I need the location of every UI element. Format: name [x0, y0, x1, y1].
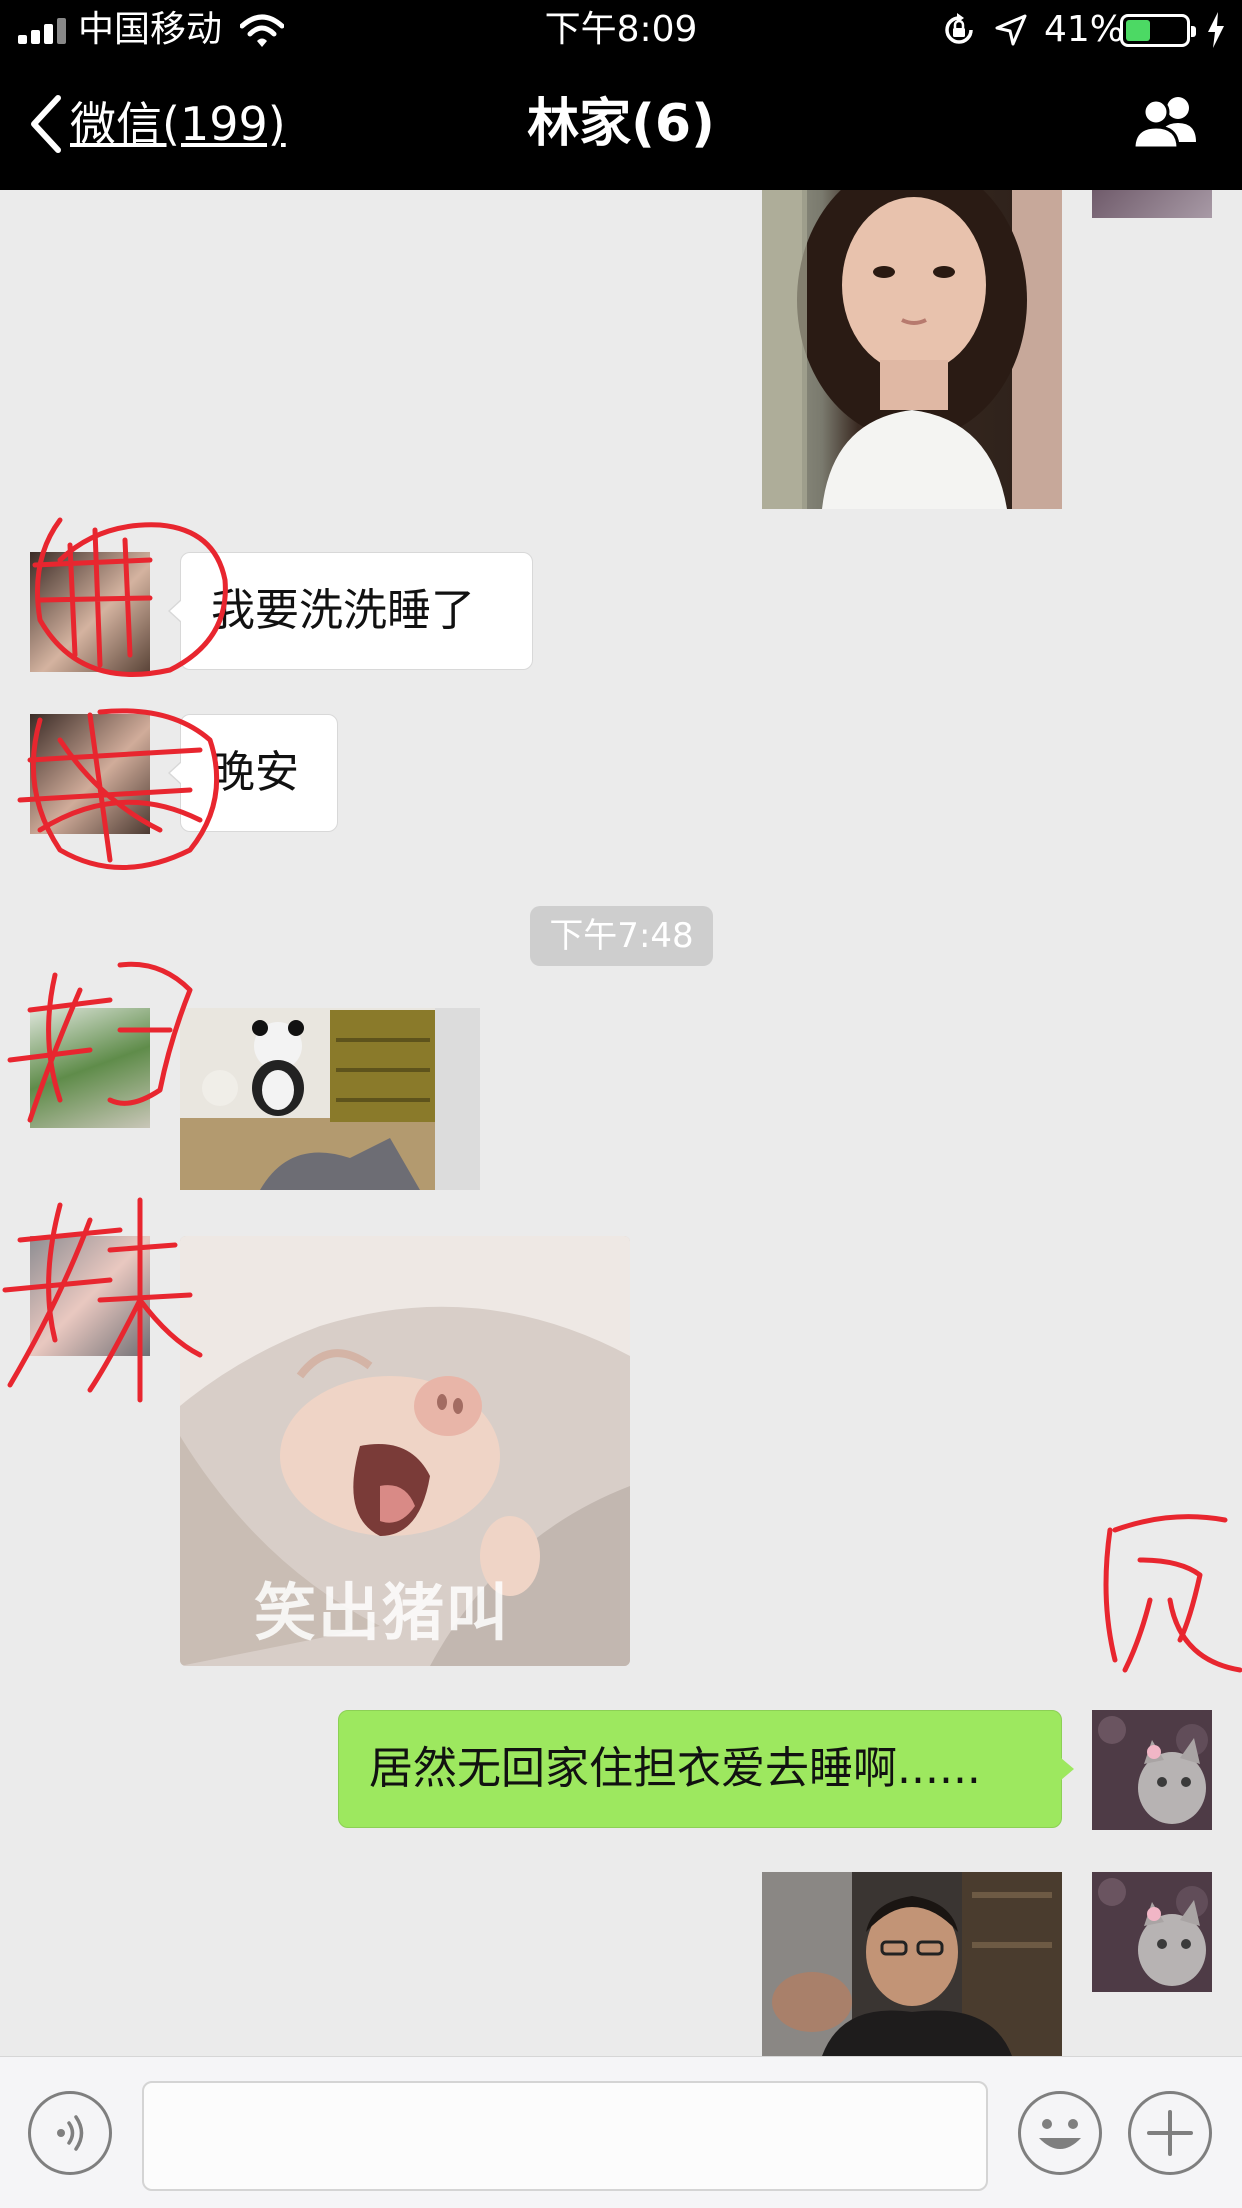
member-avatar-3[interactable] — [30, 1008, 150, 1128]
plus-icon — [1147, 2110, 1193, 2156]
emoji-icon — [1039, 2119, 1081, 2149]
message-bubble-2[interactable]: 晚安 — [168, 714, 338, 832]
group-info-button[interactable] — [1130, 92, 1206, 156]
cat-avatar-image-2 — [1092, 1872, 1212, 1992]
member-avatar-4[interactable] — [30, 1236, 150, 1356]
member-avatar-2[interactable] — [30, 714, 150, 834]
received-sticker-pig[interactable]: 笑出猪叫 — [180, 1236, 630, 1666]
location-icon — [995, 14, 1027, 46]
message-text-1: 我要洗洗睡了 — [211, 585, 475, 636]
man-portrait-image — [762, 1872, 1062, 2056]
my-avatar-top[interactable] — [1092, 190, 1212, 218]
voice-icon — [57, 2115, 84, 2151]
battery-icon — [1120, 14, 1196, 47]
sticker-caption: 笑出猪叫 — [254, 1576, 511, 1649]
time-divider: 下午7:48 — [530, 906, 713, 966]
cat-avatar-image — [1092, 1710, 1212, 1830]
charging-bolt-icon — [1208, 12, 1224, 48]
girl-portrait-image — [762, 190, 1062, 509]
my-message-bubble[interactable]: 居然无回家住担衣爱去睡啊...... — [338, 1710, 1074, 1828]
battery-fill — [1126, 20, 1150, 41]
message-bubble-1[interactable]: 我要洗洗睡了 — [168, 552, 533, 670]
my-message-text: 居然无回家住担衣爱去睡啊...... — [369, 1743, 981, 1794]
message-text-input[interactable] — [142, 2081, 988, 2191]
more-button[interactable] — [1128, 2091, 1212, 2175]
emoji-button[interactable] — [1018, 2091, 1102, 2175]
voice-button[interactable] — [28, 2091, 112, 2175]
message-input-bar — [0, 2056, 1242, 2208]
my-avatar-1[interactable] — [1092, 1710, 1212, 1830]
chat-scroll-area[interactable]: 我要洗洗睡了 晚安 下午7:48 笑出猪叫 居然无回家住担衣爱去睡啊...... — [0, 190, 1242, 2056]
group-members-icon — [1132, 97, 1196, 150]
my-avatar-2[interactable] — [1092, 1872, 1212, 1992]
status-bar: 中国移动 下午8:09 41% — [0, 0, 1242, 62]
member-avatar-1[interactable] — [30, 552, 150, 672]
received-photo-room[interactable] — [180, 1008, 480, 1190]
navigation-bar: 微信(199) 林家(6) — [0, 62, 1242, 190]
sent-photo-man[interactable] — [762, 1872, 1062, 2056]
battery-percent: 41% — [1044, 9, 1125, 50]
sent-photo-girl[interactable] — [762, 190, 1062, 509]
rotation-lock-icon — [945, 13, 973, 44]
chat-title: 林家(6) — [527, 94, 715, 154]
message-text-2: 晚安 — [211, 747, 299, 798]
room-scene-image — [180, 1008, 480, 1190]
